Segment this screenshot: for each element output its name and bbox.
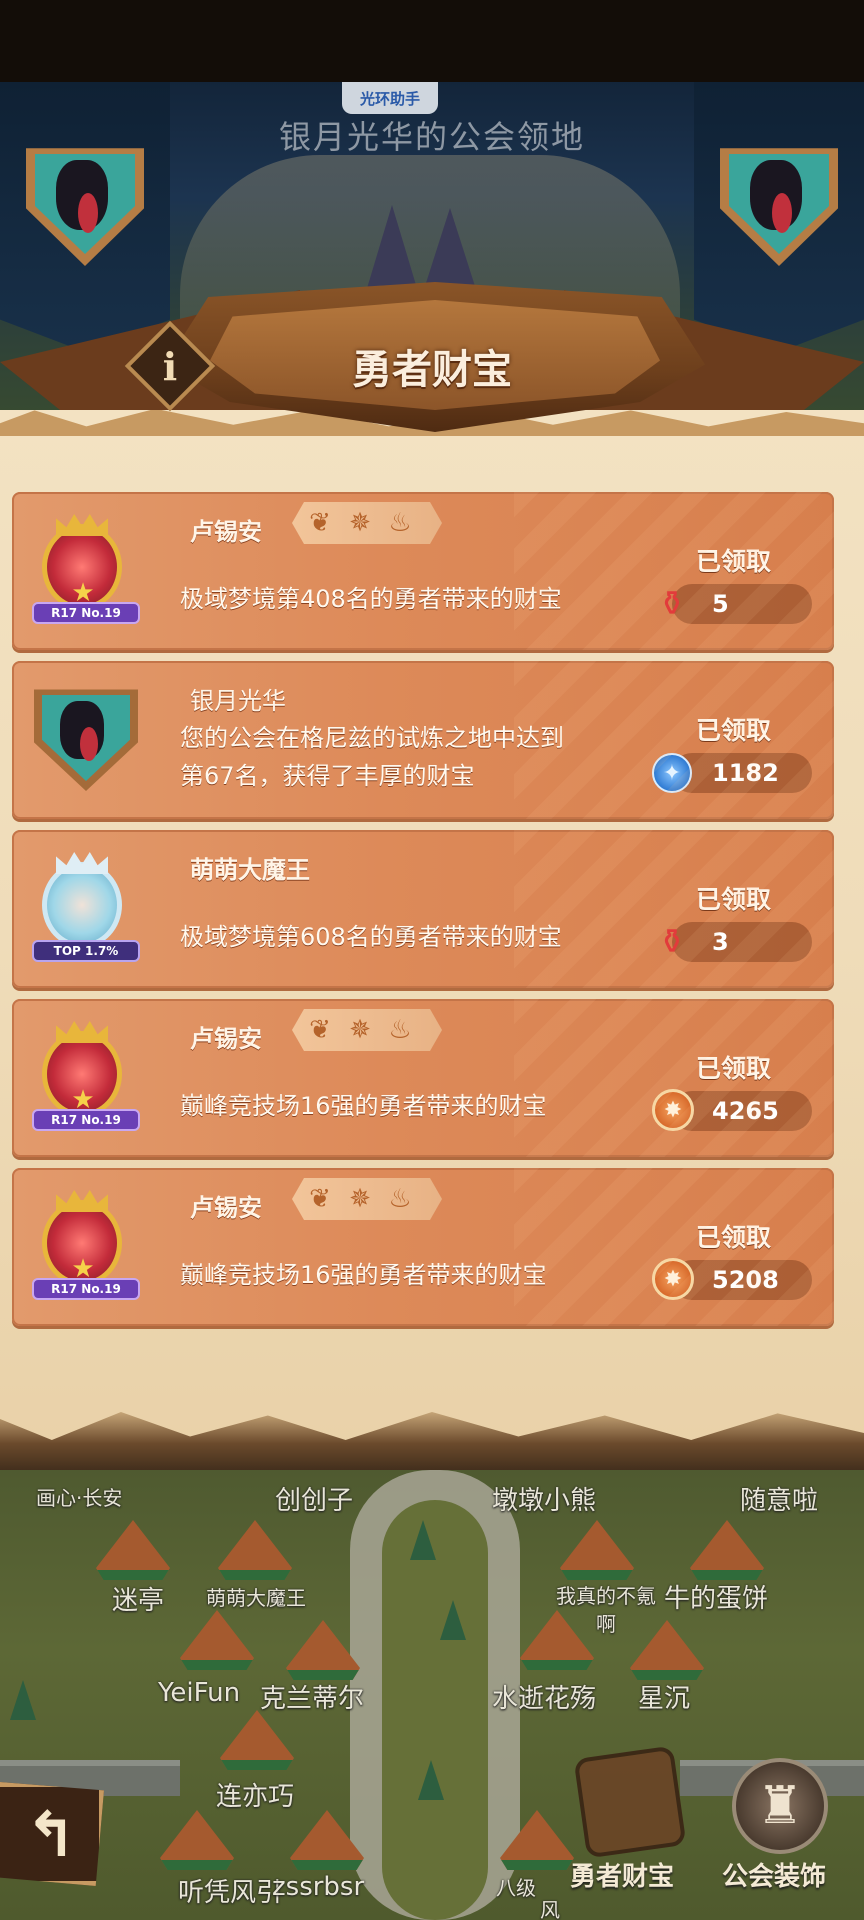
- status-bar: [0, 0, 864, 82]
- hero-treasure-button-label[interactable]: 勇者财宝: [570, 1856, 674, 1893]
- assistant-overlay-button[interactable]: 光环助手: [342, 82, 438, 114]
- red-potion-icon: ⚱: [657, 922, 687, 962]
- treasure-description: 您的公会在格尼兹的试炼之地中达到 第67名，获得了丰厚的财宝: [180, 719, 564, 795]
- member-name-label: 创创子: [275, 1486, 354, 1516]
- star-badge-icon: ✵: [349, 1184, 371, 1214]
- title-badges: ❦ ✵ ♨: [292, 1178, 442, 1220]
- blue-gem-coin-icon: ✦: [652, 753, 692, 793]
- member-name-label: 迷亭: [112, 1586, 165, 1616]
- star-badge-icon: ✵: [349, 1015, 371, 1045]
- treasure-description: 极域梦境第408名的勇者带来的财宝: [180, 585, 562, 613]
- territory-title: 银月光华的公会领地: [278, 118, 585, 156]
- wing-badge-icon: ❦: [309, 1184, 331, 1214]
- reward-amount: 4265: [712, 1097, 779, 1125]
- member-name-label: 啊: [596, 1612, 616, 1636]
- rank-tag: R17 No.19: [32, 1278, 140, 1300]
- treasure-row: 银月光华 您的公会在格尼兹的试炼之地中达到 第67名，获得了丰厚的财宝 已领取 …: [12, 661, 834, 819]
- claimed-status: 已领取: [696, 716, 772, 745]
- reward-pill: [672, 922, 812, 962]
- star-badge-icon: ✵: [349, 508, 371, 538]
- player-avatar[interactable]: ★ R17 No.19: [32, 1190, 140, 1300]
- reward-pill: [672, 1260, 812, 1300]
- treasure-row: ★ R17 No.19 卢锡安 ❦ ✵ ♨ 极域梦境第408名的勇者带来的财宝 …: [12, 492, 834, 650]
- claimed-status: 已领取: [696, 885, 772, 914]
- player-name: 卢锡安: [190, 518, 262, 546]
- orange-arena-coin-icon: ✸: [652, 1089, 694, 1131]
- claimed-status: 已领取: [696, 1223, 772, 1252]
- member-name-label: 风: [540, 1898, 560, 1920]
- treasure-description: 极域梦境第608名的勇者带来的财宝: [180, 923, 562, 951]
- orange-arena-coin-icon: ✸: [652, 1258, 694, 1300]
- player-name: 卢锡安: [190, 1194, 262, 1222]
- claimed-status: 已领取: [696, 547, 772, 576]
- treasure-description: 巅峰竞技场16强的勇者带来的财宝: [180, 1092, 547, 1120]
- reward-pill: [672, 584, 812, 624]
- member-name-label: 水逝花殇: [492, 1684, 597, 1714]
- reward-amount: 5208: [712, 1266, 779, 1294]
- treasure-row: ★ R17 No.19 卢锡安 ❦ ✵ ♨ 巅峰竞技场16强的勇者带来的财宝 已…: [12, 999, 834, 1157]
- claimed-status: 已领取: [696, 1054, 772, 1083]
- hero-treasure-chest-icon[interactable]: [573, 1745, 687, 1859]
- reward-amount: 5: [712, 590, 729, 618]
- member-name-label: 八级: [496, 1876, 536, 1900]
- member-name-label: 我真的不氪: [556, 1584, 656, 1608]
- flame-badge-icon: ♨: [388, 1015, 412, 1045]
- member-name-label: 连亦巧: [216, 1782, 295, 1812]
- treasure-description-line2: 第67名，获得了丰厚的财宝: [180, 762, 475, 790]
- player-avatar[interactable]: ★ R17 No.19: [32, 514, 140, 624]
- player-name: 卢锡安: [190, 1025, 262, 1053]
- red-potion-icon: ⚱: [657, 584, 687, 624]
- rank-tag: R17 No.19: [32, 602, 140, 624]
- back-arrow-icon[interactable]: ↰: [6, 1786, 96, 1882]
- member-name-label: 萌萌大魔王: [206, 1586, 306, 1610]
- wing-badge-icon: ❦: [309, 508, 331, 538]
- rank-tag: TOP 1.7%: [32, 940, 140, 962]
- member-name-label: 墩墩小熊: [492, 1486, 597, 1516]
- rank-tag: R17 No.19: [32, 1109, 140, 1131]
- reward-amount: 1182: [712, 759, 779, 787]
- flame-badge-icon: ♨: [388, 1184, 412, 1214]
- wing-badge-icon: ❦: [309, 1015, 331, 1045]
- member-name-label: 听凭风引: [178, 1878, 283, 1908]
- treasure-row: ★ R17 No.19 卢锡安 ❦ ✵ ♨ 巅峰竞技场16强的勇者带来的财宝 已…: [12, 1168, 834, 1326]
- title-badges: ❦ ✵ ♨: [292, 1009, 442, 1051]
- guild-crest-icon: [34, 689, 138, 791]
- member-name-label: 星沉: [638, 1684, 691, 1714]
- member-name-label: 牛的蛋饼: [664, 1584, 769, 1614]
- flame-badge-icon: ♨: [388, 508, 412, 538]
- treasure-description-line1: 您的公会在格尼兹的试炼之地中达到: [180, 724, 564, 752]
- reward-pill: [672, 1091, 812, 1131]
- player-avatar[interactable]: TOP 1.7%: [32, 852, 140, 962]
- info-icon[interactable]: i: [138, 334, 202, 398]
- player-avatar[interactable]: ★ R17 No.19: [32, 1021, 140, 1131]
- member-name-label: zssrbsr: [272, 1872, 365, 1902]
- player-name: 萌萌大魔王: [190, 856, 310, 884]
- rook-icon[interactable]: ♜: [732, 1758, 828, 1854]
- guild-name: 银月光华: [190, 687, 286, 715]
- member-name-label: 随意啦: [740, 1486, 819, 1516]
- reward-amount: 3: [712, 928, 729, 956]
- map-road-inner: [382, 1500, 488, 1920]
- guild-decor-button-label[interactable]: 公会装饰: [722, 1856, 826, 1893]
- member-name-label: 克兰蒂尔: [260, 1684, 365, 1714]
- treasure-description: 巅峰竞技场16强的勇者带来的财宝: [180, 1261, 547, 1289]
- member-name-label: YeiFun: [158, 1678, 241, 1708]
- member-name-label: 画心·长安: [36, 1486, 123, 1510]
- reward-pill: [672, 753, 812, 793]
- title-badges: ❦ ✵ ♨: [292, 502, 442, 544]
- treasure-row: TOP 1.7% 萌萌大魔王 极域梦境第608名的勇者带来的财宝 已领取 ⚱ 3: [12, 830, 834, 988]
